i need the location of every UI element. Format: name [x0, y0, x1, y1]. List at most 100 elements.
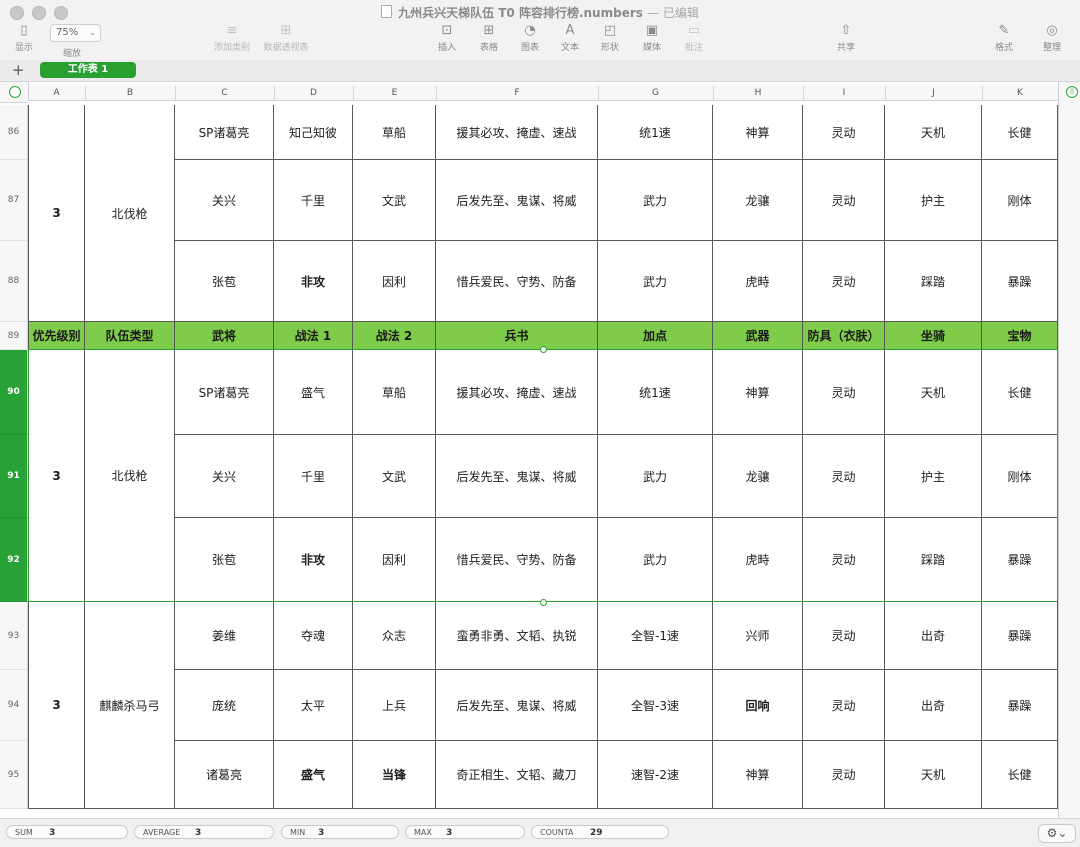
table-cell[interactable]: 灵动	[803, 160, 885, 241]
table-cell[interactable]: 盛气	[274, 741, 353, 809]
table-cell[interactable]: 全智-3速	[598, 670, 713, 741]
table-cell[interactable]: 神算	[713, 105, 803, 160]
table-cell[interactable]: 刚体	[982, 435, 1058, 518]
team-type-cell[interactable]: 北伐枪	[85, 350, 175, 602]
table-cell[interactable]: 速智-2速	[598, 741, 713, 809]
table-cell[interactable]: 关兴	[175, 160, 274, 241]
table-cell[interactable]: 长健	[982, 105, 1058, 160]
table-cell[interactable]: 草船	[353, 350, 436, 435]
table-cell[interactable]: 众志	[353, 602, 436, 670]
column-header-f[interactable]: F	[436, 86, 599, 100]
table-cell[interactable]: 灵动	[803, 670, 885, 741]
table-cell[interactable]: 惜兵爱民、守势、防备	[436, 518, 598, 602]
table-cell[interactable]: 姜维	[175, 602, 274, 670]
table-cell[interactable]: 上兵	[353, 670, 436, 741]
header-cell[interactable]: 防具（衣肤）	[803, 322, 885, 350]
table-cell[interactable]: 虎畤	[713, 241, 803, 322]
header-cell[interactable]: 加点	[598, 322, 713, 350]
column-header-g[interactable]: G	[598, 86, 714, 100]
team-type-cell[interactable]: 麒麟杀马弓	[85, 602, 175, 809]
comment-button[interactable]: ▭ 批注	[664, 22, 724, 53]
table-cell[interactable]: 出奇	[885, 670, 982, 741]
table-cell[interactable]: 长健	[982, 350, 1058, 435]
table-cell[interactable]: 诸葛亮	[175, 741, 274, 809]
table-cell[interactable]: 灵动	[803, 241, 885, 322]
view-button[interactable]: ▯ 显示	[0, 22, 54, 53]
table-cell[interactable]: 蛮勇非勇、文韬、执锐	[436, 602, 598, 670]
table-cell[interactable]: SP诸葛亮	[175, 350, 274, 435]
row-header[interactable]: 87	[0, 160, 28, 241]
column-header-i[interactable]: I	[803, 86, 886, 100]
table-cell[interactable]: 后发先至、鬼谋、将威	[436, 160, 598, 241]
row-header[interactable]: 94	[0, 670, 28, 741]
table-cell[interactable]: 当锋	[353, 741, 436, 809]
header-cell[interactable]: 武将	[175, 322, 274, 350]
table-cell[interactable]: 千里	[274, 160, 353, 241]
row-header[interactable]: 86	[0, 105, 28, 160]
row-header[interactable]: 89	[0, 322, 28, 350]
zoom-select[interactable]: 75% ⌄	[50, 24, 101, 42]
table-cell[interactable]: 庞统	[175, 670, 274, 741]
table-cell[interactable]: 长健	[982, 741, 1058, 809]
table-cell[interactable]: 护主	[885, 435, 982, 518]
table-cell[interactable]: 暴躁	[982, 602, 1058, 670]
table-cell[interactable]: 灵动	[803, 741, 885, 809]
header-cell[interactable]: 兵书	[436, 322, 598, 350]
table-cell[interactable]: 兴师	[713, 602, 803, 670]
table-cell[interactable]: 灵动	[803, 518, 885, 602]
column-header-d[interactable]: D	[274, 86, 354, 100]
header-cell[interactable]: 武器	[713, 322, 803, 350]
column-header-j[interactable]: J	[885, 86, 983, 100]
table-cell[interactable]: 张苞	[175, 518, 274, 602]
column-header-c[interactable]: C	[175, 86, 275, 100]
table-cell[interactable]: 刚体	[982, 160, 1058, 241]
table-cell[interactable]: 知己知彼	[274, 105, 353, 160]
header-cell[interactable]: 战法 2	[353, 322, 436, 350]
table-cell[interactable]: 奇正相生、文韬、藏刀	[436, 741, 598, 809]
table-cell[interactable]: 援其必攻、掩虚、速战	[436, 105, 598, 160]
row-header[interactable]: 93	[0, 602, 28, 670]
team-type-cell[interactable]: 北伐枪	[85, 105, 175, 322]
min-stat[interactable]: MIN 3	[281, 825, 399, 839]
header-cell[interactable]: 队伍类型	[85, 322, 175, 350]
table-cell[interactable]: 神算	[713, 350, 803, 435]
table-cell[interactable]: 非攻	[274, 518, 353, 602]
row-header[interactable]: 92	[0, 518, 28, 602]
table-cell[interactable]: 因利	[353, 518, 436, 602]
gear-icon[interactable]: ⚙⌄	[1038, 824, 1076, 843]
add-sheet-button[interactable]: +	[12, 61, 25, 79]
table-cell[interactable]: 非攻	[274, 241, 353, 322]
table-cell[interactable]: 神算	[713, 741, 803, 809]
priority-cell[interactable]: 3	[28, 350, 85, 602]
row-header[interactable]: 91	[0, 435, 28, 518]
organize-button[interactable]: ◎ 整理	[1022, 22, 1080, 53]
table-cell[interactable]: SP诸葛亮	[175, 105, 274, 160]
table-cell[interactable]: 龙骧	[713, 435, 803, 518]
table-cell[interactable]: 护主	[885, 160, 982, 241]
column-header-k[interactable]: K	[982, 86, 1059, 100]
table-cell[interactable]: 因利	[353, 241, 436, 322]
priority-cell[interactable]: 3	[28, 602, 85, 809]
row-header[interactable]: 95	[0, 741, 28, 809]
table-cell[interactable]: 统1速	[598, 105, 713, 160]
column-header-b[interactable]: B	[85, 86, 176, 100]
table-cell[interactable]: 后发先至、鬼谋、将威	[436, 670, 598, 741]
column-header-a[interactable]: A	[28, 86, 86, 100]
table-cell[interactable]: 天机	[885, 350, 982, 435]
table-cell[interactable]: 武力	[598, 241, 713, 322]
table-cell[interactable]: 踩踏	[885, 518, 982, 602]
table-cell[interactable]: 援其必攻、掩虚、速战	[436, 350, 598, 435]
table-cell[interactable]: 武力	[598, 518, 713, 602]
table-cell[interactable]: 武力	[598, 435, 713, 518]
table-cell[interactable]: 出奇	[885, 602, 982, 670]
table-cell[interactable]: 龙骧	[713, 160, 803, 241]
table-cell[interactable]: 文武	[353, 160, 436, 241]
header-cell[interactable]: 宝物	[982, 322, 1058, 350]
table-cell[interactable]: 天机	[885, 741, 982, 809]
table-cell[interactable]: 武力	[598, 160, 713, 241]
table-cell[interactable]: 千里	[274, 435, 353, 518]
selection-bottom-handle[interactable]	[540, 599, 547, 606]
select-table-handle[interactable]	[9, 86, 21, 98]
table-cell[interactable]: 文武	[353, 435, 436, 518]
table-cell[interactable]: 灵动	[803, 350, 885, 435]
